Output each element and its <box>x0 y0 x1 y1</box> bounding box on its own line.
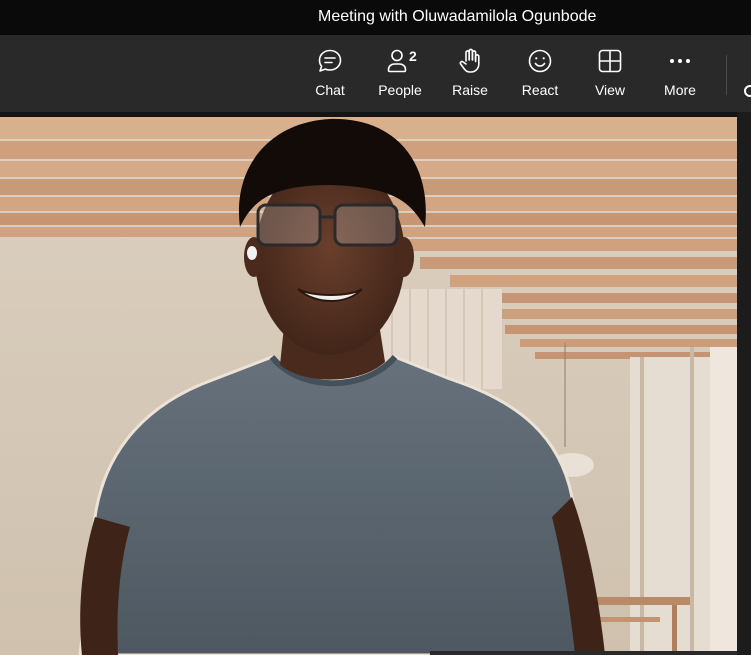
react-emoji-icon <box>526 47 554 75</box>
raise-hand-button[interactable]: Raise <box>438 47 502 105</box>
chat-button[interactable]: Chat <box>298 47 362 105</box>
meeting-title: Meeting with Oluwadamilola Ogunbode <box>318 8 597 25</box>
people-button[interactable]: 2 People <box>368 47 432 105</box>
more-button[interactable]: More <box>648 47 712 105</box>
view-grid-icon <box>596 47 624 75</box>
chat-icon <box>316 47 344 75</box>
right-ear <box>394 237 414 277</box>
camera-icon[interactable] <box>744 85 751 99</box>
more-label: More <box>664 82 696 98</box>
react-label: React <box>521 82 559 98</box>
more-dots-icon <box>666 47 694 75</box>
toolbar-divider <box>726 55 727 95</box>
view-button[interactable]: View <box>578 47 642 105</box>
title-bar: Meeting with Oluwadamilola Ogunbode <box>0 0 751 35</box>
right-gutter <box>737 112 751 655</box>
people-icon: 2 <box>386 47 417 75</box>
bottom-controls-edge <box>430 651 737 655</box>
people-label: People <box>378 82 422 98</box>
participant-video <box>0 117 737 655</box>
meeting-window: Meeting with Oluwadamilola Ogunbode Chat… <box>0 0 751 655</box>
participant-count-badge: 2 <box>409 48 417 64</box>
chat-label: Chat <box>315 82 345 98</box>
raise-label: Raise <box>452 82 488 98</box>
view-label: View <box>594 82 626 98</box>
raise-hand-icon <box>456 47 484 75</box>
react-button[interactable]: React <box>508 47 572 105</box>
meeting-toolbar: Chat 2 People Raise React View More <box>0 35 751 112</box>
video-scene <box>0 117 737 655</box>
earbud <box>247 246 257 260</box>
